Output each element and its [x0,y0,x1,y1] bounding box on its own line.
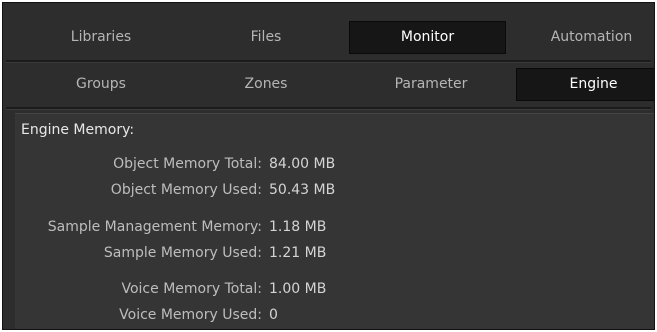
tab-libraries[interactable]: Libraries [21,21,181,54]
tab-engine[interactable]: Engine [516,68,654,101]
tab-groups[interactable]: Groups [21,68,181,101]
monitor-sub-tab-bar: Groups Zones Parameter Engine [11,68,654,101]
voice-memory-total-label: Voice Memory Total: [121,281,262,297]
sub-tab-divider [6,107,651,110]
tab-monitor[interactable]: Monitor [349,21,506,54]
tab-parameter[interactable]: Parameter [351,68,511,101]
main-tab-bar: Libraries Files Monitor Automation [11,21,654,54]
voice-memory-used-value: 0 [269,307,278,323]
engine-memory-title: Engine Memory: [21,122,135,138]
sample-memory-used-value: 1.21 MB [269,245,327,261]
object-memory-total-label: Object Memory Total: [113,156,262,172]
monitor-window: Libraries Files Monitor Automation Group… [2,2,655,330]
tab-zones[interactable]: Zones [186,68,346,101]
sample-management-memory-value: 1.18 MB [269,219,327,235]
object-memory-used-label: Object Memory Used: [110,182,262,198]
tab-automation[interactable]: Automation [514,21,654,54]
tab-divider [6,60,651,63]
voice-memory-total-value: 1.00 MB [269,281,327,297]
voice-memory-used-label: Voice Memory Used: [119,307,262,323]
object-memory-used-value: 50.43 MB [269,182,336,198]
object-memory-total-value: 84.00 MB [269,156,336,172]
sample-memory-used-label: Sample Memory Used: [103,245,262,261]
tab-files[interactable]: Files [186,21,346,54]
sample-management-memory-label: Sample Management Memory: [47,219,262,235]
